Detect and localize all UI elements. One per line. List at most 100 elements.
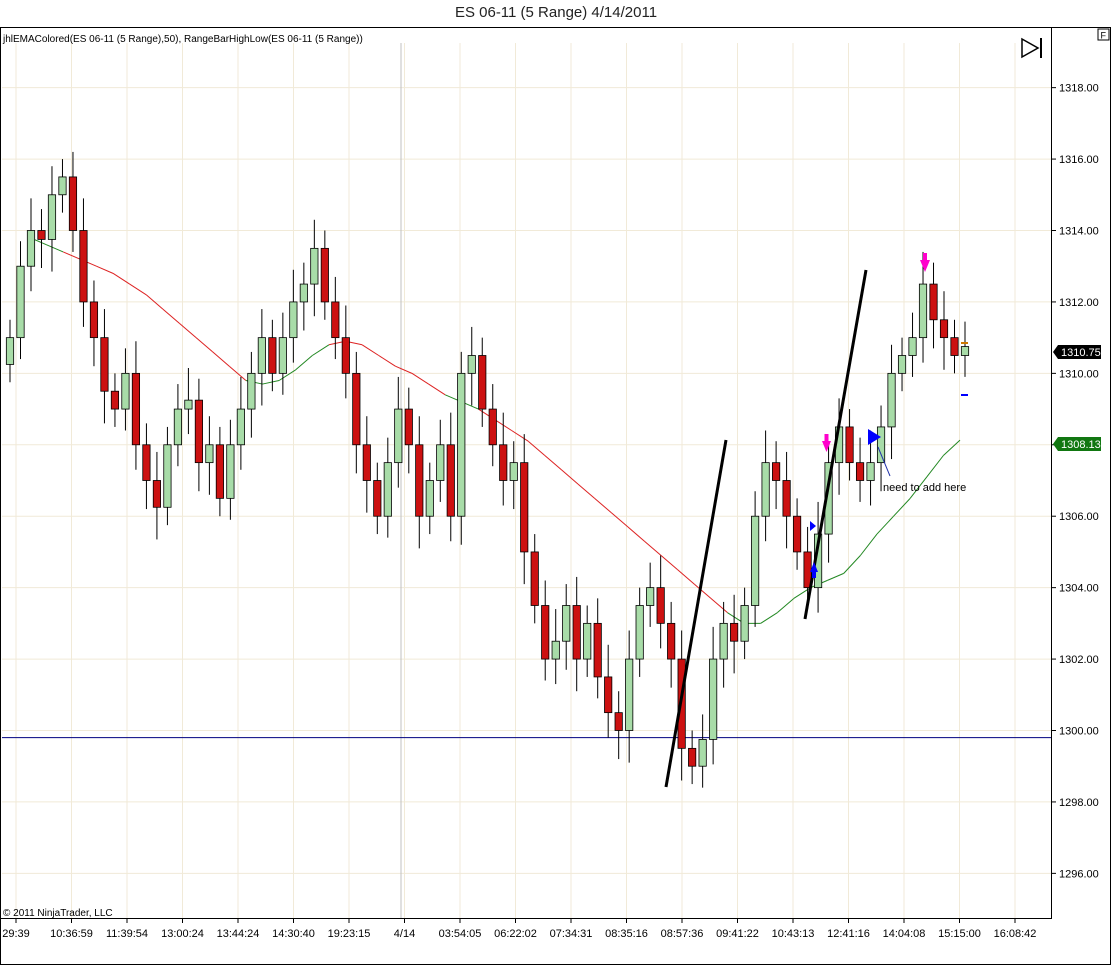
up-candle	[960, 346, 970, 356]
x-tick-label: 16:08:42	[994, 928, 1037, 940]
up-candle	[247, 372, 256, 410]
y-axis: 1296.00 1298.00 1300.00 1302.00 1304.00 1306.…	[1051, 83, 1099, 880]
window-title: ES 06-11 (5 Range) 4/14/2011	[454, 4, 658, 21]
down-candle	[688, 747, 697, 767]
ema-segment	[46, 244, 64, 253]
chart-frame: need to add here jhlEMAColored(ES 06-11 …	[0, 27, 1112, 965]
up-candle	[226, 444, 235, 499]
up-candle	[709, 658, 718, 740]
down-candle	[89, 301, 99, 339]
y-tick-label: 1300.00	[1059, 726, 1099, 738]
ema-segment	[943, 439, 961, 456]
ema-price-tag: 1308.13	[1053, 437, 1101, 451]
down-candle	[793, 515, 802, 553]
up-candle	[425, 480, 434, 517]
up-candle	[467, 355, 476, 374]
up-candle	[918, 283, 928, 339]
down-candle	[194, 399, 203, 464]
up-candle	[740, 605, 749, 642]
y-tick-label: 1310.00	[1059, 368, 1099, 380]
up-candle	[299, 283, 308, 303]
up-candle	[26, 230, 36, 267]
up-candle	[646, 587, 655, 606]
up-candle	[121, 372, 130, 410]
up-candle	[562, 605, 571, 642]
price-chart[interactable]: need to add here jhlEMAColored(ES 06-11 …	[0, 27, 1112, 965]
go-to-end-icon[interactable]	[1021, 37, 1042, 59]
ema-segment	[776, 597, 795, 614]
x-tick-label: 12:41:16	[827, 928, 870, 940]
f-button[interactable]: F	[1097, 28, 1110, 41]
x-tick-label: 10:36:59	[50, 928, 93, 940]
indicator-label: jhlEMAColored(ES 06-11 (5 Range),50), Ra…	[2, 34, 363, 45]
down-candle	[939, 319, 949, 339]
down-candle	[446, 444, 455, 517]
ema-segment	[826, 572, 844, 581]
up-candle	[16, 265, 25, 339]
up-candle	[257, 337, 266, 374]
copyright: © 2011 NinjaTrader, LLC	[3, 908, 113, 919]
ema-segment	[96, 265, 114, 274]
up-candle	[908, 337, 917, 356]
down-candle	[593, 622, 602, 678]
up-candle	[866, 462, 875, 481]
ema-segment	[195, 337, 214, 353]
down-candle	[152, 480, 161, 508]
up-candle	[635, 605, 644, 660]
x-tick-label: 14:04:08	[883, 928, 926, 940]
x-tick-label: 19:23:15	[328, 928, 371, 940]
last-price-tag: 1310.75	[1053, 345, 1101, 359]
up-candle	[887, 372, 896, 428]
ema-segment	[179, 322, 197, 339]
x-tick-label: 13:44:24	[217, 928, 260, 940]
ema-segment	[677, 569, 695, 585]
ema-segment	[843, 555, 861, 574]
down-candle	[131, 372, 141, 446]
up-candle	[698, 739, 707, 767]
ema-segment	[361, 344, 380, 356]
down-candle	[373, 480, 382, 517]
up-candle	[551, 640, 560, 660]
x-tick-label: 4/14	[394, 928, 415, 940]
x-tick-label: 29:39	[2, 928, 30, 940]
up-candle	[278, 337, 287, 374]
y-tick-label: 1302.00	[1059, 654, 1099, 666]
blue-triangle-right-icon	[810, 521, 816, 531]
down-candle	[331, 301, 340, 339]
up-candle	[310, 247, 319, 285]
up-candle	[47, 194, 57, 240]
ema-segment	[162, 308, 180, 324]
up-candle	[236, 408, 245, 446]
down-candle	[520, 462, 529, 553]
down-candle	[499, 444, 508, 481]
down-candle	[478, 355, 487, 410]
up-candle	[58, 176, 67, 196]
down-candle	[415, 444, 424, 517]
down-candle	[404, 408, 413, 446]
ema-segment	[395, 365, 413, 374]
down-candle	[530, 551, 539, 606]
ema-segment	[760, 612, 778, 624]
down-candle	[950, 337, 959, 356]
x-tick-label: 13:00:24	[161, 928, 204, 940]
down-candle	[110, 390, 120, 410]
down-candle	[604, 676, 613, 714]
ema-segment	[312, 344, 330, 356]
x-tick-label: 08:35:16	[605, 928, 648, 940]
y-tick-label: 1318.00	[1059, 83, 1099, 95]
x-tick-label: 03:54:05	[439, 928, 482, 940]
ema-segment	[644, 540, 662, 556]
down-candle	[667, 622, 676, 660]
ema-segment	[511, 430, 529, 442]
f-button-label: F	[1101, 31, 1107, 41]
up-candle	[163, 444, 172, 508]
down-candle	[215, 444, 224, 499]
x-tick-label: 07:34:31	[550, 928, 593, 940]
x-tick-label: 06:22:02	[494, 928, 537, 940]
y-tick-label: 1296.00	[1059, 868, 1099, 880]
ema-segment	[527, 440, 546, 456]
up-candle	[876, 426, 886, 464]
ema-price-value: 1308.13	[1061, 439, 1101, 451]
down-candle	[782, 480, 791, 517]
ema-segment	[893, 498, 911, 517]
